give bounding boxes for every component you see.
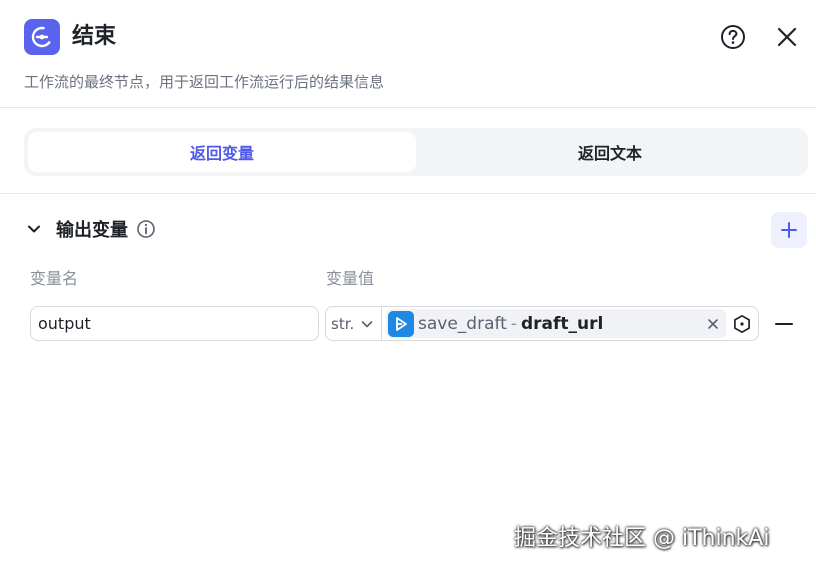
variable-reference-chip[interactable]: save_draft - draft_url	[386, 309, 726, 338]
column-label-value: 变量值	[326, 269, 375, 288]
variable-value-field: str. save_draft - draft_url	[325, 306, 759, 341]
chevron-down-icon[interactable]	[24, 219, 44, 239]
watermark: 掘金技术社区 @ iThinkAi	[514, 526, 770, 551]
node-description: 工作流的最终节点，用于返回工作流运行后的结果信息	[24, 73, 385, 91]
variable-picker-icon[interactable]	[732, 314, 752, 334]
type-select[interactable]: str.	[326, 307, 382, 340]
add-variable-button[interactable]	[771, 212, 807, 248]
node-header: 结束 工作流的最终节点，用于返回工作流运行后的结果信息	[0, 0, 816, 108]
close-icon[interactable]	[774, 24, 800, 50]
reference-variable-name: draft_url	[520, 313, 604, 334]
tab-return-text[interactable]: 返回文本	[416, 132, 804, 172]
type-select-value: str.	[331, 314, 355, 333]
output-section-title: 输出变量	[56, 220, 128, 241]
tab-return-variables[interactable]: 返回变量	[28, 132, 416, 172]
variable-name-input[interactable]	[30, 306, 319, 341]
help-circle-icon[interactable]	[720, 24, 746, 50]
remove-variable-icon[interactable]	[774, 314, 794, 334]
output-section-header: 输出变量	[24, 213, 156, 245]
reference-separator: -	[510, 313, 517, 334]
clear-icon[interactable]	[706, 317, 720, 331]
node-title: 结束	[72, 24, 117, 49]
column-label-name: 变量名	[30, 269, 79, 288]
exit-icon	[24, 19, 60, 55]
divider	[0, 193, 816, 194]
chevron-down-icon	[361, 320, 373, 327]
play-icon	[388, 310, 414, 337]
reference-node-name: save_draft	[418, 313, 507, 334]
plus-icon	[781, 222, 797, 238]
return-mode-tabs: 返回变量 返回文本	[24, 128, 808, 176]
info-icon[interactable]	[136, 219, 156, 239]
